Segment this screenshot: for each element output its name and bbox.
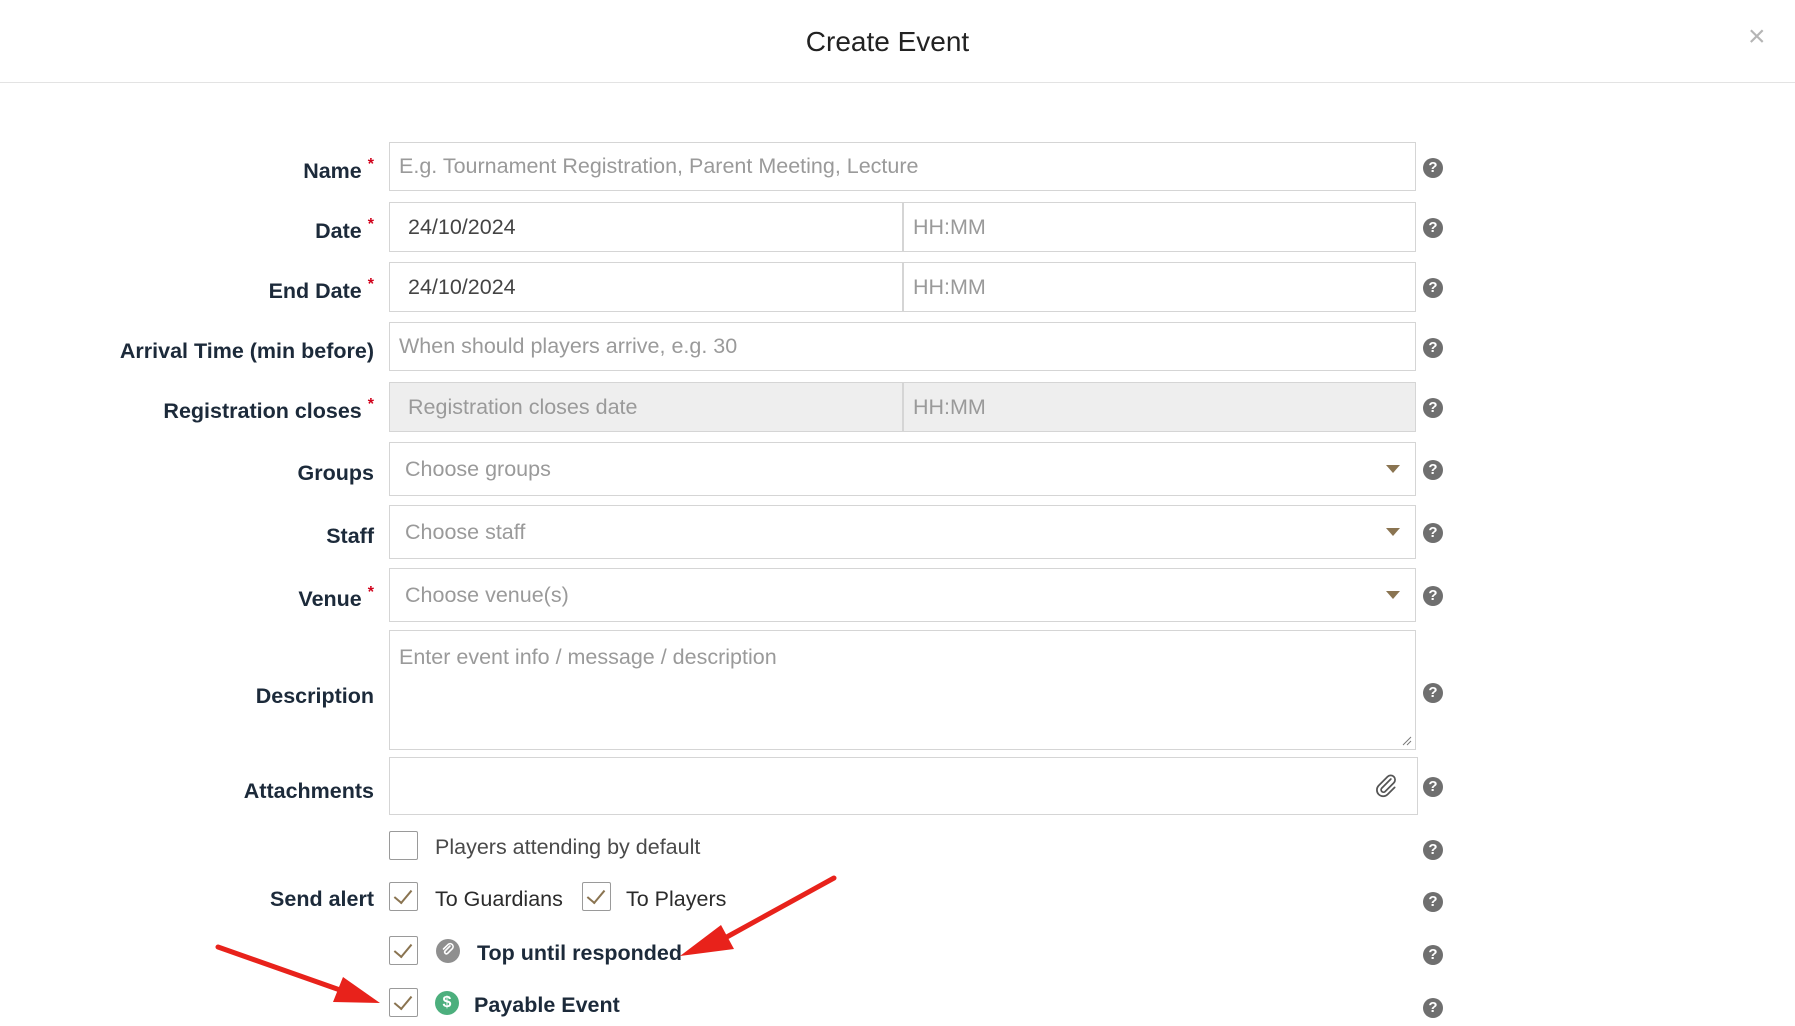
payable-event-checkbox[interactable] [389,988,418,1017]
description-placeholder: Enter event info / message / description [399,645,777,669]
name-label: Name * [0,156,374,184]
registration-closes-time-placeholder: HH:MM [913,394,986,419]
modal-header: Create Event × [0,0,1795,83]
description-help-icon[interactable]: ? [1423,683,1443,703]
check-icon [393,884,413,905]
registration-closes-time-input[interactable]: HH:MM [903,382,1416,432]
required-marker: * [367,156,374,173]
arrow-to-payable-event [215,944,380,1003]
registration-closes-label-text: Registration closes [163,399,362,423]
pin-icon [436,939,460,963]
arrival-time-placeholder: When should players arrive, e.g. 30 [399,334,738,358]
name-help-icon[interactable]: ? [1423,158,1443,178]
send-alert-help-icon[interactable]: ? [1423,892,1443,912]
arrival-time-help-icon[interactable]: ? [1423,338,1443,358]
check-icon [393,938,413,959]
required-marker: * [367,216,374,233]
date-label: Date * [0,216,374,244]
name-input[interactable]: E.g. Tournament Registration, Parent Mee… [389,142,1416,191]
top-until-responded-help-icon[interactable]: ? [1423,945,1443,965]
send-alert-label-text: Send alert [270,887,374,911]
required-marker: * [367,276,374,293]
staff-select[interactable]: Choose staff [389,505,1416,559]
date-time-placeholder: HH:MM [913,214,986,239]
end-date-label-text: End Date [268,279,362,303]
resize-grip-icon[interactable] [1402,736,1412,746]
required-marker: * [367,584,374,601]
groups-help-icon[interactable]: ? [1423,460,1443,480]
name-label-text: Name [303,159,362,183]
players-attending-checkbox[interactable] [389,831,418,860]
close-button[interactable]: × [1748,22,1766,52]
arrival-time-input[interactable]: When should players arrive, e.g. 30 [389,322,1416,371]
name-placeholder: E.g. Tournament Registration, Parent Mee… [399,154,919,178]
arrival-time-label-text: Arrival Time (min before) [119,339,374,363]
venue-label-text: Venue [298,587,362,611]
top-until-responded-checkbox[interactable] [389,936,418,965]
groups-label-text: Groups [297,461,374,485]
registration-closes-date-placeholder: Registration closes date [408,394,638,419]
end-date-label: End Date * [0,276,374,304]
attachments-dropzone[interactable] [389,757,1418,815]
players-attending-label: Players attending by default [435,835,701,859]
groups-label: Groups [0,461,374,486]
payable-event-help-icon[interactable]: ? [1423,998,1443,1018]
paperclip-icon[interactable] [1373,772,1399,798]
end-date-value: 24/10/2024 [408,274,516,299]
attachments-help-icon[interactable]: ? [1423,777,1443,797]
groups-select[interactable]: Choose groups [389,442,1416,496]
date-time-input[interactable]: HH:MM [903,202,1416,252]
staff-help-icon[interactable]: ? [1423,523,1443,543]
to-players-checkbox[interactable] [582,882,611,911]
venue-help-icon[interactable]: ? [1423,586,1443,606]
description-label: Description [0,684,374,709]
chevron-down-icon [1386,528,1400,536]
description-label-text: Description [255,684,374,708]
end-date-time-placeholder: HH:MM [913,274,986,299]
staff-label: Staff [0,524,374,549]
check-icon [393,990,413,1011]
dollar-icon: $ [435,991,459,1015]
to-players-label: To Players [626,887,727,911]
registration-closes-help-icon[interactable]: ? [1423,398,1443,418]
payable-event-label: Payable Event [474,993,620,1017]
venue-select[interactable]: Choose venue(s) [389,568,1416,622]
to-guardians-label: To Guardians [435,887,563,911]
venue-placeholder: Choose venue(s) [405,582,569,607]
arrival-time-label: Arrival Time (min before) [0,339,374,364]
registration-closes-date-input[interactable]: Registration closes date [389,382,903,432]
end-date-input[interactable]: 24/10/2024 [389,262,903,312]
staff-label-text: Staff [326,524,374,548]
send-alert-label: Send alert [0,887,374,912]
required-marker: * [367,396,374,413]
registration-closes-label: Registration closes * [0,396,374,424]
date-label-text: Date [315,219,362,243]
end-date-time-input[interactable]: HH:MM [903,262,1416,312]
modal-title: Create Event [805,26,970,57]
attachments-label-text: Attachments [243,779,374,803]
players-attending-help-icon[interactable]: ? [1423,840,1443,860]
description-textarea[interactable]: Enter event info / message / description [389,630,1416,750]
date-input[interactable]: 24/10/2024 [389,202,903,252]
chevron-down-icon [1386,591,1400,599]
chevron-down-icon [1386,465,1400,473]
to-guardians-checkbox[interactable] [389,882,418,911]
venue-label: Venue * [0,584,374,612]
end-date-help-icon[interactable]: ? [1423,278,1443,298]
top-until-responded-label: Top until responded [477,941,683,965]
check-icon [586,884,606,905]
attachments-label: Attachments [0,779,374,804]
staff-placeholder: Choose staff [405,519,526,544]
groups-placeholder: Choose groups [405,456,551,481]
date-help-icon[interactable]: ? [1423,218,1443,238]
date-value: 24/10/2024 [408,214,516,239]
